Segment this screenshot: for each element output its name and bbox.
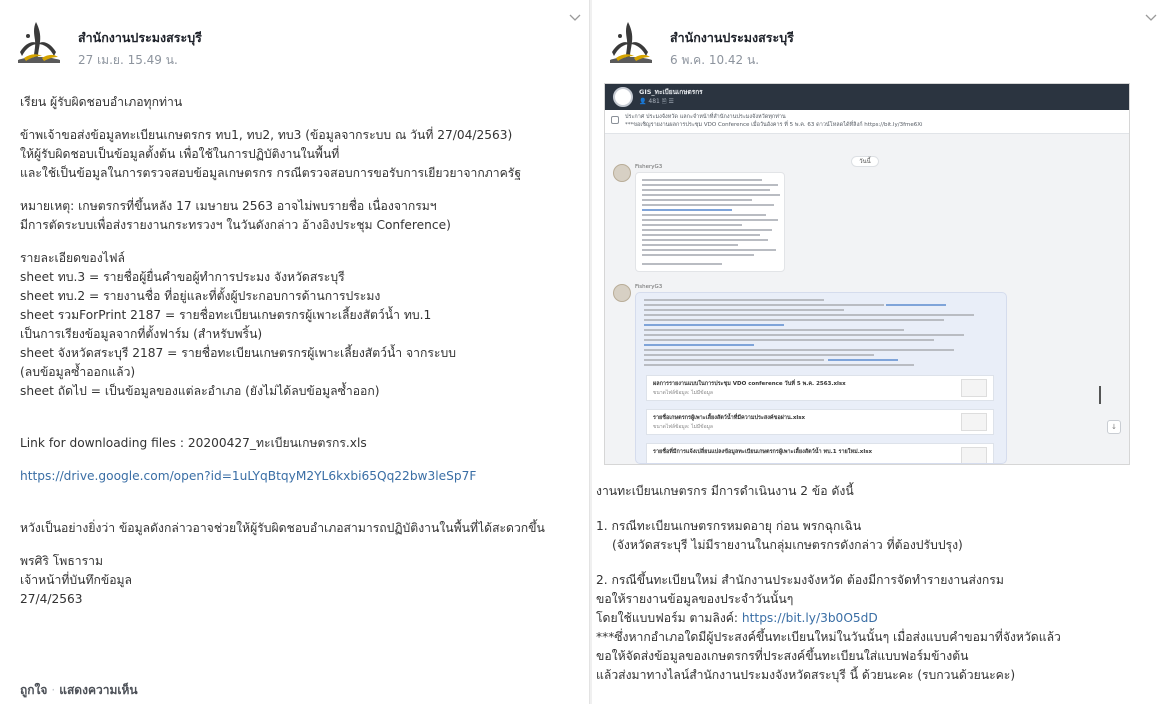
intro-text: งานทะเบียนเกษตรกร มีการดำเนินงาน 2 ข้อ ด…	[596, 484, 854, 498]
chat-title: GIS_ทะเบียนเกษตรกร	[639, 88, 703, 96]
detail-line: (ลบข้อมูลซ้ำออกแล้ว)	[20, 365, 136, 379]
chevron-down-icon[interactable]	[568, 12, 582, 26]
sender-name: FisheryG3	[635, 164, 663, 170]
tail-line: ***ซึ่งหากอำเภอใดมีผู้ประสงค์ขึ้นทะเบียน…	[596, 630, 1061, 644]
detail-line: sheet ทบ.2 = รายงานชื่อ ที่อยู่และที่ตั้…	[20, 289, 381, 303]
file-name: ผลการรายงานแบบในการประชุม VDO conference…	[653, 381, 846, 387]
form-line: โดยใช้แบบฟอร์ม ตามลิงค์: https://bit.ly/…	[596, 609, 1156, 628]
file-attachment: รายชื่อที่มีการแจ้งเปลี่ยนแปลงข้อมูลทะเบ…	[646, 443, 994, 463]
post-header: สำนักงานประมงสระบุรี 27 เม.ย. 15.49 น.	[14, 18, 414, 70]
sender-name: FisheryG3	[635, 284, 663, 290]
item-line: 1. กรณีทะเบียนเกษตรกรหมดอายุ ก่อน พรกฉุก…	[596, 519, 862, 533]
download-line: Link for downloading files : 20200427_ทะ…	[20, 436, 367, 450]
scroll-down-icon: ↓	[1107, 420, 1121, 434]
message-bubble: ผลการรายงานแบบในการประชุม VDO conference…	[635, 292, 1007, 464]
like-button[interactable]: ถูกใจ	[20, 683, 47, 697]
file-size: ขนาดไฟล์ข้อมูล: ไม่มีข้อมูล	[653, 424, 713, 430]
drive-link[interactable]: https://drive.google.com/open?id=1uLYqBt…	[20, 467, 580, 486]
pinned-text: ***ขอเชิญรายงานผลการประชุม VDO Conferenc…	[625, 122, 923, 128]
chat-header: GIS_ทะเบียนเกษตรกร 👤 481 🗎 ☰	[605, 84, 1129, 110]
post-text: เรียน ผู้รับผิดชอบอำเภอทุกท่าน ข้าพเจ้าข…	[20, 93, 580, 609]
file-attachment: รายชื่อเกษตรกรผู้เพาะเลี้ยงสัตว์น้ำที่มี…	[646, 409, 994, 435]
left-post-card: สำนักงานประมงสระบุรี 27 เม.ย. 15.49 น. เ…	[0, 0, 590, 704]
signature-line: เจ้าหน้าที่บันทึกข้อมูล	[20, 573, 133, 587]
chat-screenshot-image[interactable]: GIS_ทะเบียนเกษตรกร 👤 481 🗎 ☰ ประกาศ ประม…	[604, 83, 1130, 465]
fisheries-logo-icon[interactable]	[14, 18, 64, 66]
signature-line: 27/4/2563	[20, 592, 83, 606]
tail-line: แล้วส่งมาทางไลน์สำนักงานประมงจังหวัดสระบ…	[596, 668, 1016, 682]
group-avatar	[613, 87, 633, 107]
note-line: หมายเหตุ: เกษตรกรที่ขึ้นหลัง 17 เมษายน 2…	[20, 199, 437, 213]
detail-line: รายละเอียดของไฟล์	[20, 251, 125, 265]
chat-subtitle: 👤 481 🗎 ☰	[639, 98, 674, 105]
detail-line: sheet จังหวัดสระบุรี 2187 = รายชื่อทะเบี…	[20, 346, 456, 360]
detail-line: sheet รวมForPrint 2187 = รายชื่อทะเบียนเ…	[20, 308, 432, 322]
post-header: สำนักงานประมงสระบุรี 6 พ.ค. 10.42 น.	[606, 18, 1006, 70]
post-text: งานทะเบียนเกษตรกร มีการดำเนินงาน 2 ข้อ ด…	[596, 482, 1156, 685]
note-line: มีการตัดระบบเพื่อส่งรายงานกระทรวงฯ ในวัน…	[20, 218, 451, 232]
action-separator: ·	[51, 683, 56, 697]
item-line: 2. กรณีขึ้นทะเบียนใหม่ สำนักงานประมงจังห…	[596, 573, 1004, 587]
detail-line: sheet ถัดไป = เป็นข้อมูลของแต่ละอำเภอ (ย…	[20, 384, 380, 398]
greeting-text: เรียน ผู้รับผิดชอบอำเภอทุกท่าน	[20, 95, 183, 109]
item-line: ขอให้รายงานข้อมูลของประจำวันนั้นๆ	[596, 592, 794, 606]
tail-line: ขอให้จัดส่งข้อมูลของเกษตรกรที่ประสงค์ขึ้…	[596, 649, 969, 663]
detail-line: เป็นการเรียงข้อมูลจากที่ตั้งฟาร์ม (สำหรั…	[20, 327, 263, 341]
message-bubble	[635, 172, 785, 272]
file-name: รายชื่อเกษตรกรผู้เพาะเลี้ยงสัตว์น้ำที่มี…	[653, 415, 806, 421]
page-name[interactable]: สำนักงานประมงสระบุรี	[78, 28, 202, 48]
cursor-caret	[1099, 386, 1101, 404]
signature-line: พรศิริ โพธาราม	[20, 554, 104, 568]
intro-line: ให้ผู้รับผิดชอบเป็นข้อมูลตั้งต้น เพื่อใช…	[20, 147, 340, 161]
avatar	[613, 164, 631, 182]
file-name: รายชื่อที่มีการแจ้งเปลี่ยนแปลงข้อมูลทะเบ…	[653, 449, 873, 455]
file-attachment: ผลการรายงานแบบในการประชุม VDO conference…	[646, 375, 994, 401]
post-timestamp[interactable]: 27 เม.ย. 15.49 น.	[78, 51, 178, 70]
pin-icon	[611, 116, 619, 124]
pinned-text: ประกาศ ประมงจังหวัด แลกะจำหน้าที่สำนักงา…	[625, 114, 786, 120]
intro-line: และใช้เป็นข้อมูลในการตรวจสอบข้อมูลเกษตรก…	[20, 166, 522, 180]
chevron-down-icon[interactable]	[1144, 12, 1158, 26]
post-actions: ถูกใจ · แสดงความเห็น	[20, 681, 138, 700]
post-timestamp[interactable]: 6 พ.ค. 10.42 น.	[670, 51, 759, 70]
intro-line: ข้าพเจ้าขอส่งข้อมูลทะเบียนเกษตรกร ทบ1, ท…	[20, 128, 513, 142]
comment-button[interactable]: แสดงความเห็น	[59, 683, 137, 697]
page-name[interactable]: สำนักงานประมงสระบุรี	[670, 28, 794, 48]
date-chip: วันนี้	[851, 156, 879, 167]
pinned-announcement: ประกาศ ประมงจังหวัด แลกะจำหน้าที่สำนักงา…	[605, 110, 1129, 134]
form-link[interactable]: https://bit.ly/3b0O5dD	[742, 611, 878, 625]
avatar	[613, 284, 631, 302]
detail-line: sheet ทบ.3 = รายชื่อผู้ยื่นคำขอผู้ทำการป…	[20, 270, 345, 284]
fisheries-logo-icon[interactable]	[606, 18, 656, 66]
closing-text: หวังเป็นอย่างยิ่งว่า ข้อมูลดังกล่าวอาจช่…	[20, 521, 545, 535]
form-prefix: โดยใช้แบบฟอร์ม ตามลิงค์:	[596, 611, 742, 625]
file-size: ขนาดไฟล์ข้อมูล: ไม่มีข้อมูล	[653, 390, 713, 396]
item-line: (จังหวัดสระบุรี ไม่มีรายงานในกลุ่มเกษตรก…	[612, 538, 963, 552]
